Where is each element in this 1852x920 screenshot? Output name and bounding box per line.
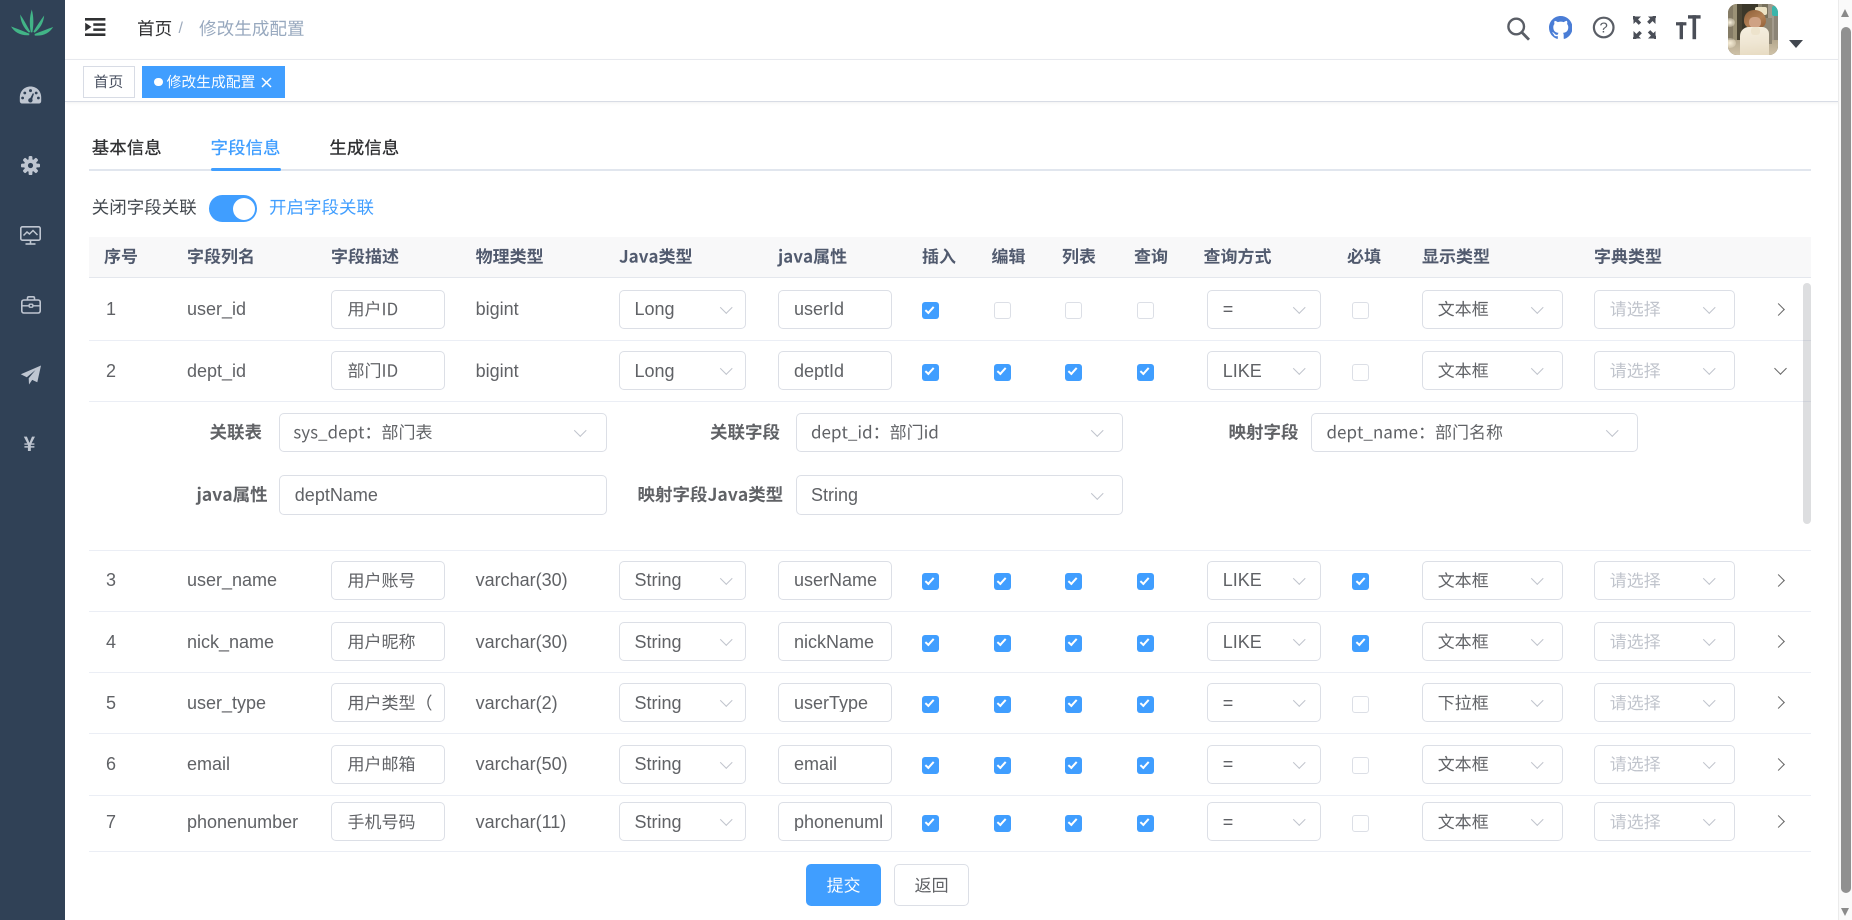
svg-text:?: ? [1600,19,1608,36]
